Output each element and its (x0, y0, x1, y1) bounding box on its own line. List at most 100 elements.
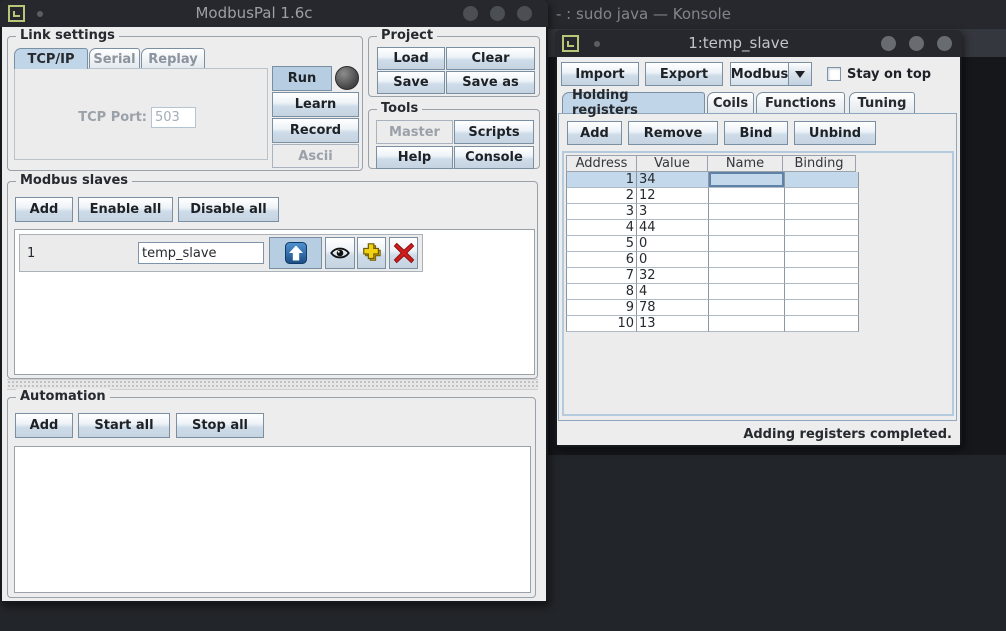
save-button[interactable]: Save (377, 71, 445, 94)
table-row[interactable]: 84 (566, 284, 859, 300)
cell-value[interactable]: 34 (637, 172, 709, 188)
table-row[interactable]: 50 (566, 236, 859, 252)
run-button[interactable]: Run (272, 66, 332, 91)
window-menu-icon[interactable] (8, 5, 25, 22)
registers-scrollpane[interactable]: Address Value Name Binding 1342123344450… (562, 151, 954, 416)
tab-tcpip[interactable]: TCP/IP (14, 48, 88, 69)
start-all-button[interactable]: Start all (78, 413, 170, 438)
help-button[interactable]: Help (376, 146, 453, 169)
cell-name[interactable] (709, 316, 785, 332)
slave-row[interactable]: 1 temp_slave (19, 234, 423, 272)
cell-binding[interactable] (785, 268, 859, 284)
column-header-address[interactable]: Address (566, 155, 637, 172)
cell-name[interactable] (709, 236, 785, 252)
close-button[interactable] (517, 6, 532, 21)
cell-name[interactable] (709, 300, 785, 316)
slave-duplicate-button[interactable] (357, 237, 386, 269)
cell-value[interactable]: 32 (637, 268, 709, 284)
cell-value[interactable]: 4 (637, 284, 709, 300)
cell-value[interactable]: 44 (637, 220, 709, 236)
close-button[interactable] (937, 36, 952, 51)
table-row[interactable]: 444 (566, 220, 859, 236)
table-row[interactable]: 732 (566, 268, 859, 284)
cell-value[interactable]: 78 (637, 300, 709, 316)
cell-value[interactable]: 12 (637, 188, 709, 204)
table-row[interactable]: 978 (566, 300, 859, 316)
cell-address[interactable]: 10 (566, 316, 637, 332)
cell-address[interactable]: 3 (566, 204, 637, 220)
register-unbind-button[interactable]: Unbind (794, 121, 876, 145)
cell-binding[interactable] (785, 300, 859, 316)
disable-all-button[interactable]: Disable all (178, 197, 279, 222)
cell-address[interactable]: 9 (566, 300, 637, 316)
cell-address[interactable]: 4 (566, 220, 637, 236)
cell-value[interactable]: 0 (637, 252, 709, 268)
cell-value[interactable]: 13 (637, 316, 709, 332)
tab-tuning[interactable]: Tuning (849, 92, 915, 113)
slave-name-input[interactable]: temp_slave (138, 242, 264, 264)
table-row[interactable]: 33 (566, 204, 859, 220)
column-header-name[interactable]: Name (707, 155, 783, 172)
record-button[interactable]: Record (272, 118, 359, 143)
cell-name[interactable] (709, 204, 785, 220)
table-row[interactable]: 60 (566, 252, 859, 268)
cell-name[interactable] (709, 220, 785, 236)
cell-address[interactable]: 6 (566, 252, 637, 268)
minimize-button[interactable] (463, 6, 478, 21)
cell-value[interactable]: 3 (637, 204, 709, 220)
master-button[interactable]: Master (376, 120, 453, 144)
table-row[interactable]: 212 (566, 188, 859, 204)
cell-name[interactable] (709, 284, 785, 300)
cell-binding[interactable] (785, 236, 859, 252)
register-remove-button[interactable]: Remove (628, 121, 718, 145)
export-button[interactable]: Export (645, 62, 723, 86)
cell-binding[interactable] (785, 172, 859, 188)
cell-address[interactable]: 8 (566, 284, 637, 300)
clear-button[interactable]: Clear (446, 47, 535, 70)
tab-coils[interactable]: Coils (707, 92, 754, 113)
cell-address[interactable]: 7 (566, 268, 637, 284)
learn-button[interactable]: Learn (272, 92, 359, 117)
maximize-button[interactable] (490, 6, 505, 21)
register-bind-button[interactable]: Bind (724, 121, 788, 145)
cell-binding[interactable] (785, 252, 859, 268)
slave-view-button[interactable] (325, 237, 355, 269)
cell-binding[interactable] (785, 220, 859, 236)
load-button[interactable]: Load (377, 47, 445, 70)
cell-binding[interactable] (785, 188, 859, 204)
cell-binding[interactable] (785, 204, 859, 220)
slave-enable-toggle[interactable] (269, 237, 322, 269)
cell-name[interactable] (709, 268, 785, 284)
tcp-port-input[interactable]: 503 (151, 107, 196, 128)
minimize-button[interactable] (881, 36, 896, 51)
save-as-button[interactable]: Save as (446, 71, 535, 94)
import-button[interactable]: Import (561, 62, 639, 86)
cell-name[interactable] (709, 188, 785, 204)
protocol-select[interactable]: Modbus (730, 62, 812, 86)
chevron-down-icon[interactable] (788, 62, 812, 86)
cell-address[interactable]: 1 (566, 172, 637, 188)
cell-value[interactable]: 0 (637, 236, 709, 252)
cell-binding[interactable] (785, 316, 859, 332)
cell-address[interactable]: 2 (566, 188, 637, 204)
table-row[interactable]: 134 (566, 172, 859, 188)
register-add-button[interactable]: Add (567, 121, 622, 145)
window-menu-icon[interactable] (562, 35, 579, 52)
enable-all-button[interactable]: Enable all (78, 197, 173, 222)
scripts-button[interactable]: Scripts (454, 120, 534, 144)
ascii-button[interactable]: Ascii (272, 144, 359, 168)
cell-address[interactable]: 5 (566, 236, 637, 252)
tab-replay[interactable]: Replay (141, 48, 205, 69)
tab-holding-registers[interactable]: Holding registers (562, 92, 705, 113)
column-header-binding[interactable]: Binding (782, 155, 856, 172)
stop-all-button[interactable]: Stop all (176, 413, 264, 438)
console-button[interactable]: Console (454, 146, 534, 169)
automation-add-button[interactable]: Add (15, 413, 73, 438)
tab-serial[interactable]: Serial (89, 48, 140, 69)
slave-delete-button[interactable] (389, 237, 418, 269)
column-header-value[interactable]: Value (636, 155, 708, 172)
cell-name[interactable] (709, 252, 785, 268)
table-row[interactable]: 1013 (566, 316, 859, 332)
stay-on-top-checkbox[interactable] (827, 67, 841, 81)
maximize-button[interactable] (909, 36, 924, 51)
